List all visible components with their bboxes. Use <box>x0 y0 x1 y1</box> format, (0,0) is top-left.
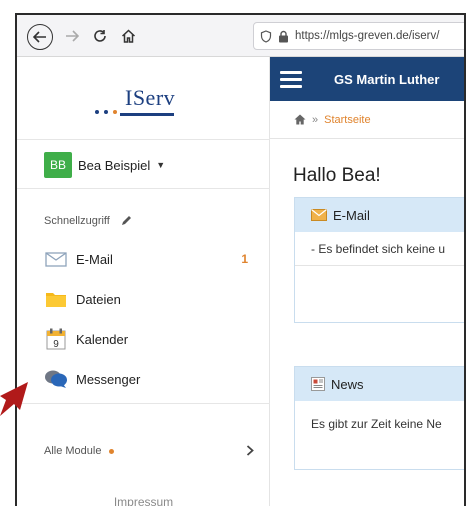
sidebar: IServ BB Bea Beispiel ▼ Schnellzugriff E… <box>17 57 270 506</box>
url-text: https://mlgs-greven.de/iserv/ <box>295 30 440 42</box>
calendar-day: 9 <box>53 339 59 350</box>
impressum-link[interactable]: Impressum <box>17 495 270 506</box>
reload-button[interactable] <box>89 25 111 47</box>
home-icon <box>121 29 135 43</box>
school-title[interactable]: GS Martin Luther <box>334 72 439 87</box>
quick-access-label: Schnellzugriff <box>44 214 110 227</box>
user-menu[interactable]: BB Bea Beispiel ▼ <box>44 152 165 178</box>
news-panel-title: News <box>331 376 364 392</box>
sidebar-item-label: E-Mail <box>76 251 113 267</box>
chevron-right-icon <box>246 444 254 459</box>
all-modules-link[interactable]: Alle Module <box>44 444 254 459</box>
email-panel-title: E-Mail <box>333 207 370 223</box>
all-modules-label: Alle Module <box>44 445 102 457</box>
folder-icon <box>44 288 68 310</box>
address-bar[interactable]: https://mlgs-greven.de/iserv/ <box>253 22 464 50</box>
browser-window: https://mlgs-greven.de/iserv/ IServ BB B… <box>15 13 466 506</box>
breadcrumb: » Startseite <box>270 101 464 139</box>
breadcrumb-separator: » <box>312 113 319 126</box>
pencil-icon[interactable] <box>120 214 133 227</box>
sidebar-item-label: Dateien <box>76 291 121 307</box>
arrow-left-icon <box>33 31 46 43</box>
email-panel-message: - Es befindet sich keine u <box>295 232 464 266</box>
home-icon[interactable] <box>294 114 306 125</box>
sidebar-item-calendar[interactable]: 9 Kalender <box>44 328 254 350</box>
caret-down-icon: ▼ <box>156 160 166 170</box>
sidebar-item-label: Messenger <box>76 371 141 387</box>
forward-button[interactable] <box>61 25 83 47</box>
envelope-icon <box>44 248 68 270</box>
annotation-arrow-icon <box>0 382 28 416</box>
email-panel: E-Mail - Es befindet sich keine u <box>294 197 464 323</box>
logo-text: IServ <box>125 85 176 110</box>
unread-count-badge: 1 <box>241 252 248 266</box>
user-name: Bea Beispiel <box>78 157 151 173</box>
arrow-right-icon <box>66 30 79 42</box>
hamburger-menu-icon[interactable] <box>280 70 302 88</box>
top-navbar: GS Martin Luther <box>270 57 464 101</box>
sidebar-item-label: Kalender <box>76 331 129 347</box>
page-title: Hallo Bea! <box>293 165 381 186</box>
quick-access-header: Schnellzugriff <box>44 214 133 227</box>
home-button[interactable] <box>117 25 139 47</box>
avatar: BB <box>44 152 72 178</box>
breadcrumb-startseite[interactable]: Startseite <box>324 114 370 126</box>
shield-icon <box>260 29 272 43</box>
back-button[interactable] <box>27 24 53 50</box>
browser-toolbar: https://mlgs-greven.de/iserv/ <box>17 15 464 57</box>
calendar-icon: 9 <box>44 328 68 350</box>
iserv-logo[interactable]: IServ <box>89 85 209 125</box>
sidebar-item-files[interactable]: Dateien <box>44 288 254 310</box>
sidebar-item-messenger[interactable]: Messenger <box>44 368 254 390</box>
lock-icon <box>279 30 288 42</box>
news-icon <box>311 377 325 391</box>
logo-dots <box>95 110 117 114</box>
email-panel-header[interactable]: E-Mail <box>295 198 464 232</box>
chat-bubbles-icon <box>44 368 68 390</box>
news-panel: News Es gibt zur Zeit keine Ne <box>294 366 464 470</box>
notification-dot <box>109 448 115 454</box>
news-panel-header[interactable]: News <box>295 367 464 401</box>
reload-icon <box>94 30 106 42</box>
envelope-icon <box>311 209 327 221</box>
news-panel-message: Es gibt zur Zeit keine Ne <box>311 417 442 431</box>
sidebar-item-email[interactable]: E-Mail 1 <box>44 248 254 270</box>
